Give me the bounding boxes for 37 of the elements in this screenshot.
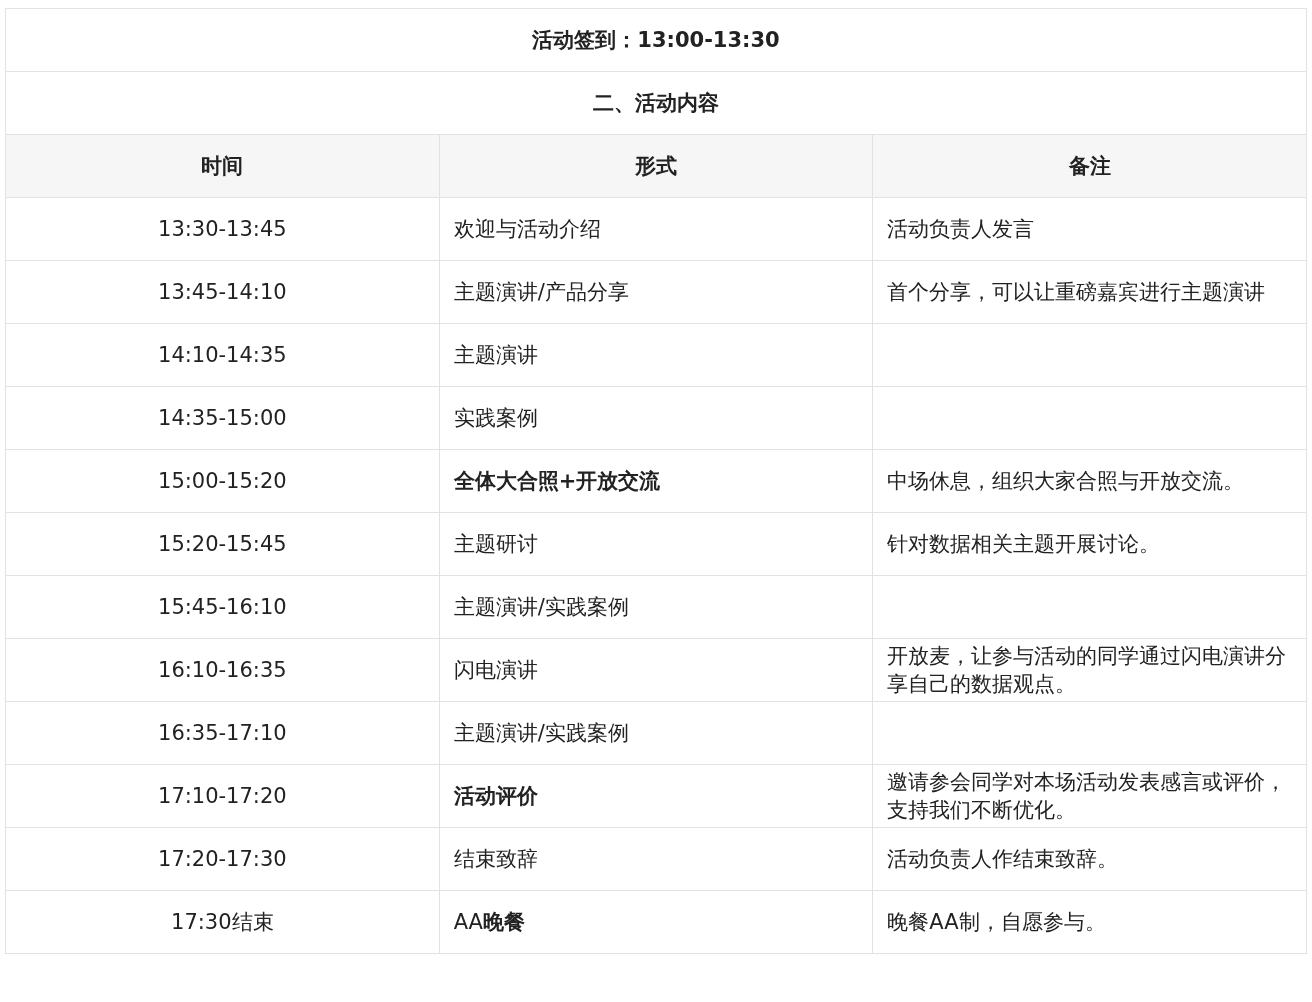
table-cell: AA晚餐 xyxy=(439,890,873,954)
table-cell: 15:20-15:45 xyxy=(5,512,440,576)
table-cell: 晚餐AA制，自愿参与。 xyxy=(872,890,1307,954)
table-cell: 开放麦，让参与活动的同学通过闪电演讲分享自己的数据观点。 xyxy=(872,638,1307,702)
table-cell: 活动负责人发言 xyxy=(872,197,1307,261)
table-cell: 活动负责人作结束致辞。 xyxy=(872,827,1307,891)
table-cell: 中场休息，组织大家合照与开放交流。 xyxy=(872,449,1307,513)
table-cell: 邀请参会同学对本场活动发表感言或评价，支持我们不断优化。 xyxy=(872,764,1307,828)
column-header: 备注 xyxy=(872,134,1307,198)
table-cell: 主题演讲/实践案例 xyxy=(439,575,873,639)
table-cell: 16:10-16:35 xyxy=(5,638,440,702)
table-cell: 活动评价 xyxy=(439,764,873,828)
table-cell: 主题演讲/产品分享 xyxy=(439,260,873,324)
table-cell: 结束致辞 xyxy=(439,827,873,891)
table-cell: 实践案例 xyxy=(439,386,873,450)
table-cell: 13:45-14:10 xyxy=(5,260,440,324)
table-cell: 16:35-17:10 xyxy=(5,701,440,765)
table-cell: 15:00-15:20 xyxy=(5,449,440,513)
column-header: 时间 xyxy=(5,134,440,198)
table-cell: 主题演讲 xyxy=(439,323,873,387)
table-cell: 全体大合照+开放交流 xyxy=(439,449,873,513)
table-title-cell: 二、活动内容 xyxy=(5,71,1307,135)
table-cell: 针对数据相关主题开展讨论。 xyxy=(872,512,1307,576)
table-title-cell: 活动签到：13:00-13:30 xyxy=(5,8,1307,72)
table-cell: 欢迎与活动介绍 xyxy=(439,197,873,261)
table-cell: 15:45-16:10 xyxy=(5,575,440,639)
table-cell: 首个分享，可以让重磅嘉宾进行主题演讲 xyxy=(872,260,1307,324)
table-cell: 14:35-15:00 xyxy=(5,386,440,450)
table-cell: 17:30结束 xyxy=(5,890,440,954)
table-cell: 主题研讨 xyxy=(439,512,873,576)
table-cell: 14:10-14:35 xyxy=(5,323,440,387)
table-cell: 主题演讲/实践案例 xyxy=(439,701,873,765)
table-cell: 17:20-17:30 xyxy=(5,827,440,891)
table-cell: 17:10-17:20 xyxy=(5,764,440,828)
column-header: 形式 xyxy=(439,134,873,198)
table-cell: 闪电演讲 xyxy=(439,638,873,702)
table-cell: 13:30-13:45 xyxy=(5,197,440,261)
